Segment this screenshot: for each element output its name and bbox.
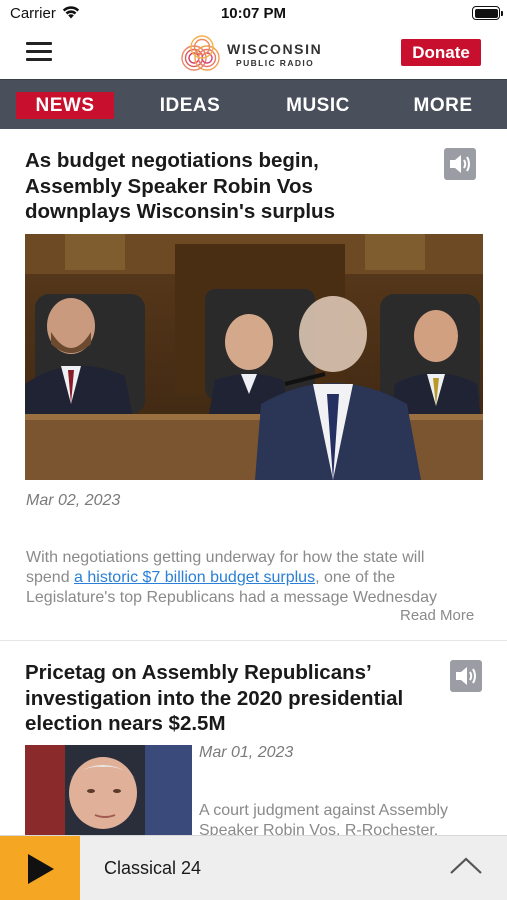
tab-more[interactable]: More [398, 92, 488, 119]
audio-player-bar: Classical 24 [0, 835, 507, 900]
logo-wordmark-line-2: PUBLIC RADIO [236, 58, 315, 68]
tab-ideas[interactable]: Ideas [145, 92, 235, 119]
article-photo[interactable] [25, 234, 483, 480]
divider [0, 640, 507, 641]
wpr-logo[interactable]: WISCONSIN PUBLIC RADIO [180, 31, 330, 77]
article-date: Mar 01, 2023 [199, 744, 294, 761]
news-feed[interactable]: As budget negotiations begin, Assembly S… [0, 130, 507, 835]
speaker-icon [456, 667, 476, 685]
app-header: WISCONSIN PUBLIC RADIO Donate [0, 28, 507, 79]
tab-news[interactable]: News [16, 92, 114, 119]
article-summary: A court judgment against Assembly Speake… [199, 802, 449, 835]
battery-icon [472, 6, 503, 20]
chevron-up-icon[interactable] [449, 856, 483, 876]
logo-wordmark-line-1: WISCONSIN [227, 41, 323, 57]
section-nav: News Ideas Music More [0, 79, 507, 129]
hamburger-menu-icon[interactable] [26, 42, 52, 62]
article-headline[interactable]: As budget negotiations begin, Assembly S… [25, 148, 435, 225]
listen-audio-button[interactable] [444, 148, 476, 180]
logo-rings-icon [181, 35, 220, 71]
article-photo[interactable] [25, 745, 192, 835]
play-icon [28, 854, 54, 884]
station-name[interactable]: Classical 24 [104, 858, 201, 879]
article-date: Mar 02, 2023 [26, 492, 121, 509]
read-more-link[interactable]: Read More [400, 607, 474, 624]
play-button[interactable] [0, 836, 80, 900]
article-summary: With negotiations getting underway for h… [26, 549, 438, 606]
article-headline[interactable]: Pricetag on Assembly Republicans’ invest… [25, 660, 445, 737]
donate-button[interactable]: Donate [401, 39, 481, 66]
surplus-link[interactable]: a historic $7 billion budget surplus [74, 569, 315, 586]
tab-music[interactable]: Music [273, 92, 363, 119]
speaker-icon [450, 155, 470, 173]
listen-audio-button[interactable] [450, 660, 482, 692]
status-bar: Carrier 10:07 PM [0, 0, 507, 28]
status-time: 10:07 PM [220, 5, 287, 22]
